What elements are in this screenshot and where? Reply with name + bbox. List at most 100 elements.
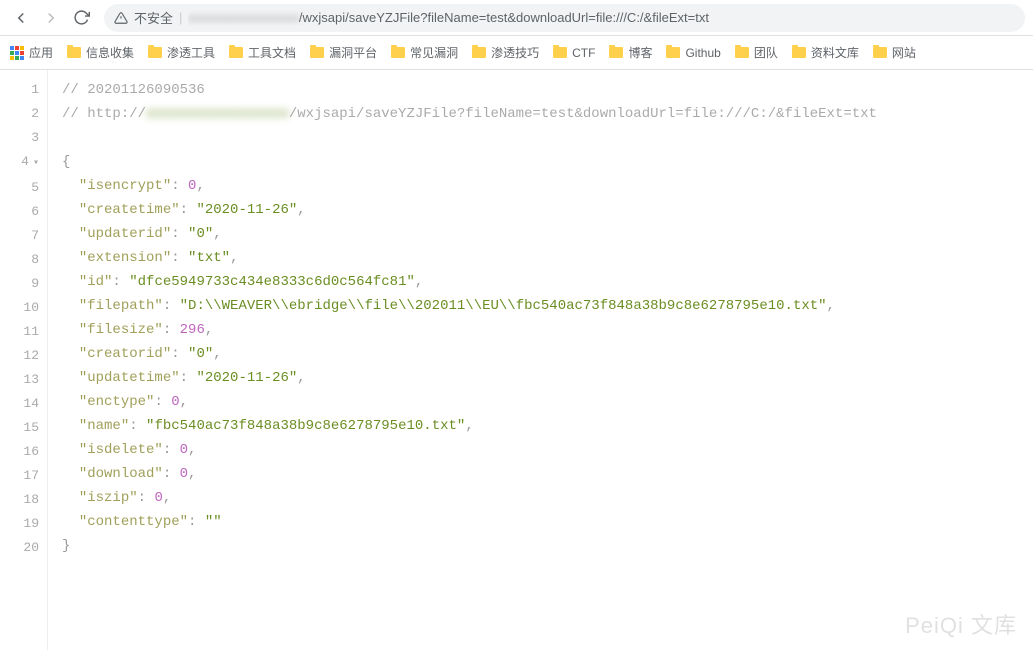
code-line: "updatetime": "2020-11-26", xyxy=(62,366,1033,390)
bookmark-label: 网站 xyxy=(892,44,916,61)
line-number: 18 xyxy=(0,488,39,512)
json-value: "0" xyxy=(188,346,213,362)
comma: , xyxy=(188,442,196,458)
colon: : xyxy=(163,322,171,338)
bookmark-label: 漏洞平台 xyxy=(329,44,377,61)
json-key: "updaterid" xyxy=(79,226,171,242)
bookmark-item[interactable]: 常见漏洞 xyxy=(391,44,458,61)
colon: : xyxy=(171,250,179,266)
code-line: "download": 0, xyxy=(62,462,1033,486)
code-pane[interactable]: // 20201126090536// http://xxxxxxxxxxxxx… xyxy=(48,70,1033,650)
brace-open: { xyxy=(62,154,70,170)
json-key: "isencrypt" xyxy=(79,178,171,194)
code-line: "isdelete": 0, xyxy=(62,438,1033,462)
bookmark-item[interactable]: 漏洞平台 xyxy=(310,44,377,61)
line-number: 10 xyxy=(0,296,39,320)
bookmark-item[interactable]: 工具文档 xyxy=(229,44,296,61)
line-number: 13 xyxy=(0,368,39,392)
code-line: "id": "dfce5949733c434e8333c6d0c564fc81"… xyxy=(62,270,1033,294)
colon: : xyxy=(163,442,171,458)
fold-toggle-icon[interactable]: ▾ xyxy=(29,158,39,169)
folder-icon xyxy=(391,47,405,58)
json-value: "2020-11-26" xyxy=(196,370,297,386)
comma: , xyxy=(213,226,221,242)
colon: : xyxy=(180,370,188,386)
json-value: 0 xyxy=(154,490,162,506)
json-value: 0 xyxy=(171,394,179,410)
code-line: "isencrypt": 0, xyxy=(62,174,1033,198)
bookmarks-bar: 应用 信息收集 渗透工具工具文档 漏洞平台常见漏洞 渗透技巧 CTF 博客 Github 团队… xyxy=(0,36,1033,70)
bookmark-item[interactable]: 渗透工具 xyxy=(148,44,215,61)
colon: : xyxy=(180,202,188,218)
bookmark-label: 渗透技巧 xyxy=(491,44,539,61)
bookmark-item[interactable]: 信息收集 xyxy=(67,44,134,61)
line-number: 20 xyxy=(0,536,39,560)
bookmark-label: 信息收集 xyxy=(86,44,134,61)
line-number: 8 xyxy=(0,248,39,272)
code-line xyxy=(62,126,1033,150)
colon: : xyxy=(171,346,179,362)
code-line: "extension": "txt", xyxy=(62,246,1033,270)
bookmark-item[interactable]: 团队 xyxy=(735,44,778,61)
bookmark-item[interactable]: CTF xyxy=(553,46,595,60)
comma: , xyxy=(297,202,305,218)
bookmark-label: 资料文库 xyxy=(811,44,859,61)
bookmark-label: 博客 xyxy=(628,44,652,61)
json-value: "dfce5949733c434e8333c6d0c564fc81" xyxy=(129,274,415,290)
apps-button[interactable]: 应用 xyxy=(10,44,53,61)
comma: , xyxy=(827,298,835,314)
folder-icon xyxy=(792,47,806,58)
folder-icon xyxy=(735,47,749,58)
address-bar[interactable]: 不安全 | xxxxxxxxxxxxxxxxx/wxjsapi/saveYZJF… xyxy=(104,4,1025,32)
brace-close: } xyxy=(62,538,70,554)
browser-toolbar: 不安全 | xxxxxxxxxxxxxxxxx/wxjsapi/saveYZJF… xyxy=(0,0,1033,36)
bookmark-label: Github xyxy=(685,46,720,60)
code-line: "iszip": 0, xyxy=(62,486,1033,510)
json-key: "isdelete" xyxy=(79,442,163,458)
code-line: { xyxy=(62,150,1033,174)
back-button[interactable] xyxy=(8,5,34,31)
line-number: 5 xyxy=(0,176,39,200)
folder-icon xyxy=(553,47,567,58)
colon: : xyxy=(171,178,179,194)
url-host-blurred: xxxxxxxxxxxxxxxxx xyxy=(188,10,299,25)
reload-button[interactable] xyxy=(68,5,94,31)
json-value: 0 xyxy=(180,466,188,482)
line-number: 12 xyxy=(0,344,39,368)
json-key: "filesize" xyxy=(79,322,163,338)
line-number: 7 xyxy=(0,224,39,248)
line-number-gutter: 1234▾567891011121314151617181920 xyxy=(0,70,48,650)
forward-button[interactable] xyxy=(38,5,64,31)
folder-icon xyxy=(472,47,486,58)
comma: , xyxy=(415,274,423,290)
security-warning-icon xyxy=(114,11,128,25)
bookmark-label: CTF xyxy=(572,46,595,60)
bookmark-item[interactable]: 网站 xyxy=(873,44,916,61)
bookmark-item[interactable]: Github xyxy=(666,46,720,60)
json-key: "download" xyxy=(79,466,163,482)
bookmark-item[interactable]: 渗透技巧 xyxy=(472,44,539,61)
code-line: "filepath": "D:\\WEAVER\\ebridge\\file\\… xyxy=(62,294,1033,318)
code-line: } xyxy=(62,534,1033,558)
json-value: "0" xyxy=(188,226,213,242)
url-path: /wxjsapi/saveYZJFile?fileName=test&downl… xyxy=(299,10,709,25)
line-number: 2 xyxy=(0,102,39,126)
json-value: "" xyxy=(205,514,222,530)
json-key: "filepath" xyxy=(79,298,163,314)
json-key: "contenttype" xyxy=(79,514,188,530)
bookmark-label: 团队 xyxy=(754,44,778,61)
comma: , xyxy=(230,250,238,266)
bookmark-label: 渗透工具 xyxy=(167,44,215,61)
folder-icon xyxy=(310,47,324,58)
line-number: 3 xyxy=(0,126,39,150)
bookmark-item[interactable]: 资料文库 xyxy=(792,44,859,61)
json-value: "D:\\WEAVER\\ebridge\\file\\202011\\EU\\… xyxy=(180,298,827,314)
json-key: "updatetime" xyxy=(79,370,180,386)
bookmark-item[interactable]: 博客 xyxy=(609,44,652,61)
json-key: "iszip" xyxy=(79,490,138,506)
json-value: 296 xyxy=(180,322,205,338)
folder-icon xyxy=(148,47,162,58)
colon: : xyxy=(112,274,120,290)
comment: // http://xxxxxxxxxxxxxxxxx/wxjsapi/save… xyxy=(62,106,877,122)
comment-host-blurred: xxxxxxxxxxxxxxxxx xyxy=(146,106,289,122)
